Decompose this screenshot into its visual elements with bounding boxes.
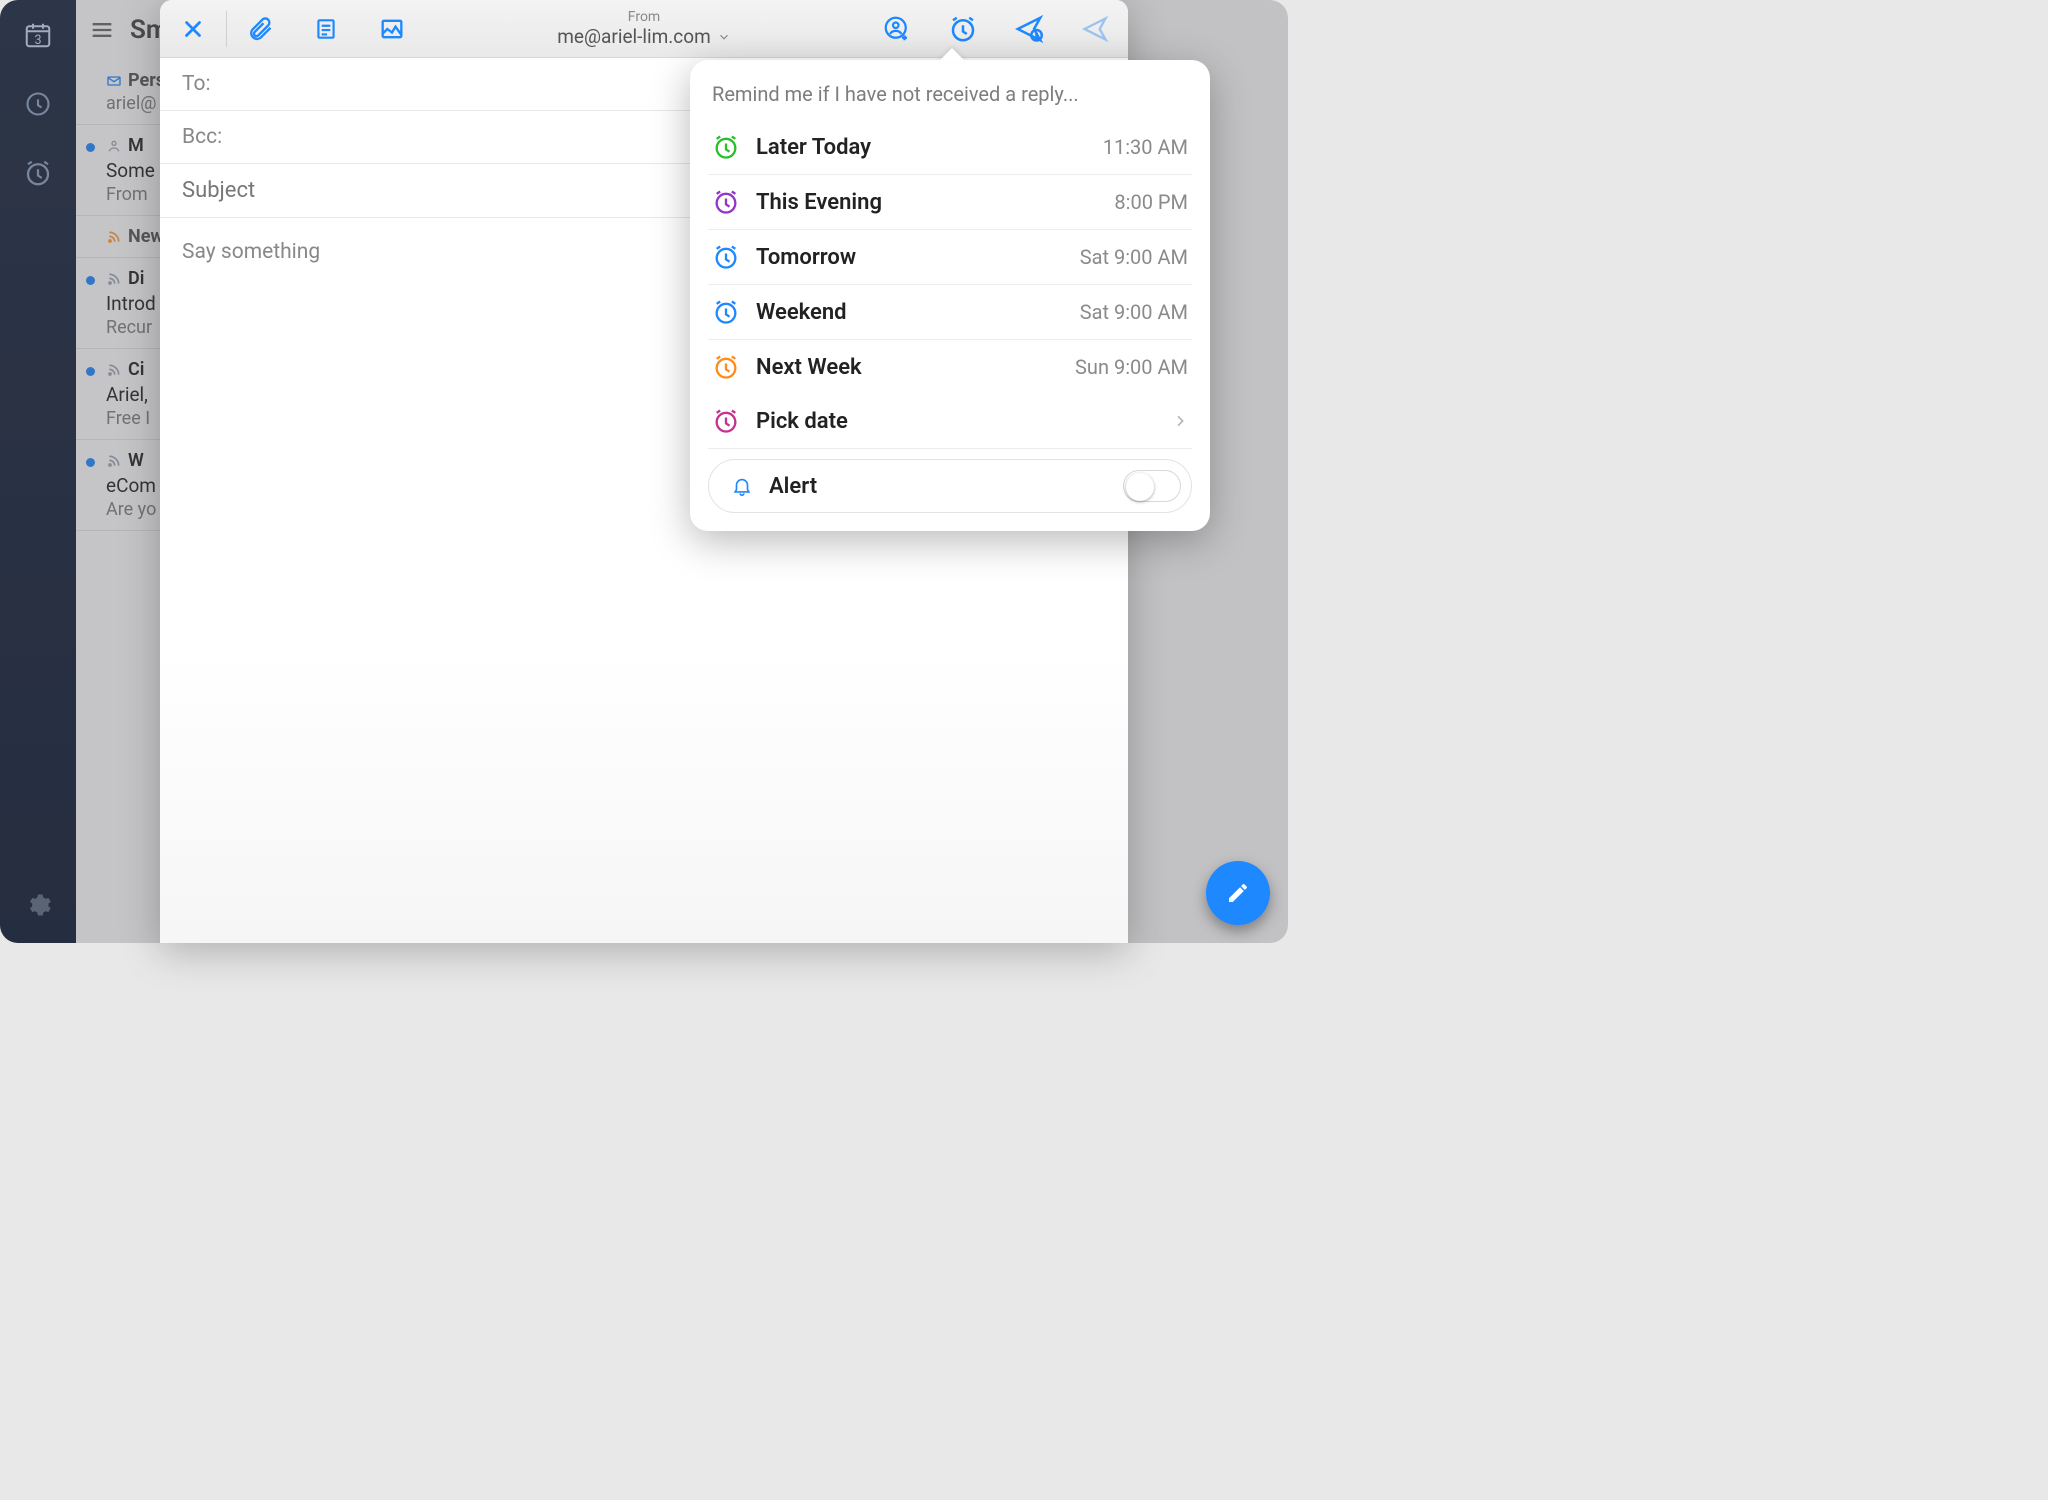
calendar-icon[interactable]: 3 bbox=[23, 20, 53, 50]
reminder-option-time: Sat 9:00 AM bbox=[1080, 300, 1188, 324]
clock-icon bbox=[712, 133, 740, 161]
rss-icon bbox=[106, 362, 122, 378]
reminder-option-time: Sat 9:00 AM bbox=[1080, 245, 1188, 269]
chevron-right-icon bbox=[1172, 413, 1188, 429]
attach-button[interactable] bbox=[227, 0, 293, 57]
menu-icon[interactable] bbox=[88, 16, 116, 44]
list-item-title: W bbox=[128, 450, 144, 471]
chevron-down-icon bbox=[717, 30, 731, 44]
unread-dot bbox=[86, 143, 95, 152]
reminder-option-label: This Evening bbox=[756, 190, 1098, 215]
reminder-option-label: Tomorrow bbox=[756, 245, 1064, 270]
from-label: From bbox=[628, 9, 660, 25]
template-button[interactable] bbox=[293, 0, 359, 57]
settings-icon[interactable] bbox=[24, 891, 52, 919]
pick-date-label: Pick date bbox=[756, 409, 1156, 434]
clock-icon bbox=[712, 298, 740, 326]
reminder-option-time: 11:30 AM bbox=[1103, 135, 1188, 159]
to-label: To: bbox=[182, 72, 211, 96]
person-icon bbox=[106, 138, 122, 154]
body-placeholder: Say something bbox=[182, 240, 320, 264]
clock-icon bbox=[712, 243, 740, 271]
alert-toggle[interactable] bbox=[1123, 470, 1181, 502]
subject-placeholder: Subject bbox=[182, 178, 255, 203]
reminder-option[interactable]: Tomorrow Sat 9:00 AM bbox=[708, 230, 1192, 285]
compose-fab[interactable] bbox=[1206, 861, 1270, 925]
bell-icon bbox=[731, 475, 753, 497]
clock-icon bbox=[712, 188, 740, 216]
rss-icon bbox=[106, 271, 122, 287]
reminder-option[interactable]: Weekend Sat 9:00 AM bbox=[708, 285, 1192, 340]
reminder-pick-date[interactable]: Pick date bbox=[708, 394, 1192, 449]
svg-text:3: 3 bbox=[34, 33, 41, 48]
clock-icon bbox=[712, 353, 740, 381]
alert-row: Alert bbox=[708, 459, 1192, 513]
reminder-option[interactable]: Next Week Sun 9:00 AM bbox=[708, 340, 1192, 394]
mail-icon bbox=[106, 73, 122, 89]
add-contact-button[interactable] bbox=[864, 0, 930, 57]
reminder-option-label: Later Today bbox=[756, 135, 1087, 160]
compose-toolbar: From me@ariel-lim.com bbox=[160, 0, 1128, 58]
reminder-option[interactable]: Later Today 11:30 AM bbox=[708, 120, 1192, 175]
recent-icon[interactable] bbox=[24, 90, 52, 118]
alert-label: Alert bbox=[769, 474, 1107, 499]
reminder-option[interactable]: This Evening 8:00 PM bbox=[708, 175, 1192, 230]
image-button[interactable] bbox=[359, 0, 425, 57]
send-button[interactable] bbox=[1062, 0, 1128, 57]
rss-icon bbox=[106, 229, 122, 245]
reminder-option-label: Next Week bbox=[756, 355, 1059, 380]
bcc-label: Bcc: bbox=[182, 125, 222, 149]
list-item-title: Di bbox=[128, 268, 144, 289]
rss-icon bbox=[106, 453, 122, 469]
reminder-option-label: Weekend bbox=[756, 300, 1064, 325]
reminder-option-time: 8:00 PM bbox=[1114, 190, 1188, 214]
list-item-title: M bbox=[128, 135, 144, 156]
unread-dot bbox=[86, 367, 95, 376]
reminder-popover: Remind me if I have not received a reply… bbox=[690, 60, 1210, 531]
send-later-button[interactable] bbox=[996, 0, 1062, 57]
reminder-option-time: Sun 9:00 AM bbox=[1075, 355, 1188, 379]
unread-dot bbox=[86, 276, 95, 285]
from-address: me@ariel-lim.com bbox=[557, 25, 711, 48]
snooze-icon[interactable] bbox=[23, 158, 53, 188]
nav-rail: 3 bbox=[0, 0, 76, 943]
unread-dot bbox=[86, 458, 95, 467]
reminder-title: Remind me if I have not received a reply… bbox=[712, 82, 1188, 106]
clock-icon bbox=[712, 407, 740, 435]
list-item-title: Ci bbox=[128, 359, 144, 380]
close-button[interactable] bbox=[160, 0, 226, 57]
